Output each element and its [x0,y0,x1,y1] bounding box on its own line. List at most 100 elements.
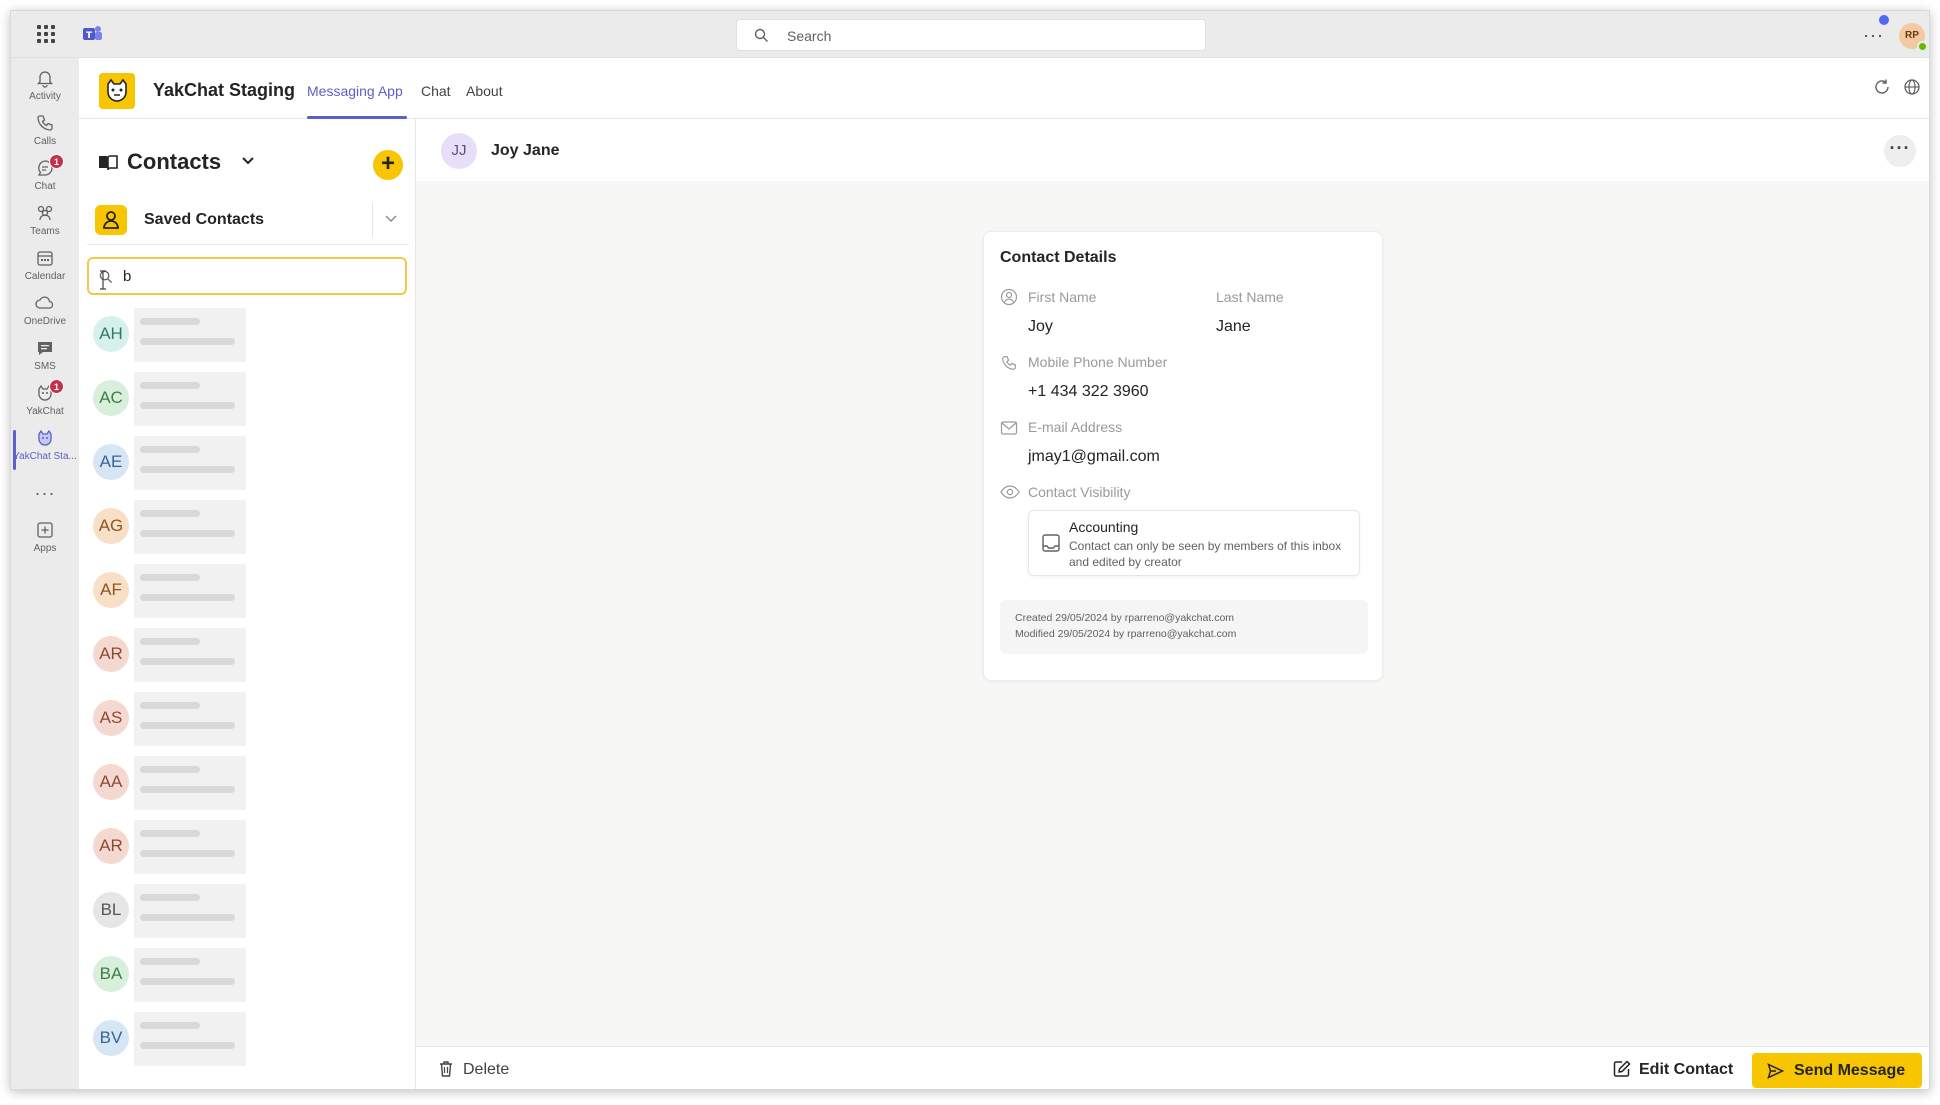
redacted-contact-info [134,308,246,362]
yakchat-badge: 1 [49,379,64,394]
contact-list-item[interactable]: AA [79,752,416,816]
phone-icon [1002,356,1016,370]
add-contact-button[interactable]: + [373,150,403,180]
chevron-down-icon[interactable] [384,214,398,224]
rail-item-yakchat-staging[interactable]: YakChat Sta... [11,426,79,478]
phone-label: Mobile Phone Number [1028,354,1168,370]
contact-search-field[interactable] [87,257,407,295]
send-icon [1767,1063,1784,1079]
send-message-label: Send Message [1794,1062,1906,1079]
first-name-label: First Name [1028,289,1097,305]
app-content: YakChat Staging Messaging App Chat About… [79,58,1929,1089]
more-options-icon[interactable]: ··· [1863,25,1884,46]
contact-list-item[interactable]: AH [79,304,416,368]
avatar: AS [93,700,129,736]
inbox-icon [1042,534,1060,552]
contact-list-item[interactable]: AE [79,432,416,496]
teams-icon [37,205,53,221]
card-title: Contact Details [1000,249,1117,266]
contact-list-item[interactable]: AC [79,368,416,432]
contact-list-item[interactable]: AF [79,560,416,624]
redacted-contact-info [134,628,246,682]
avatar: BV [93,1020,129,1056]
rail-label: Teams [30,226,60,237]
app-launcher-icon[interactable] [37,25,55,43]
contact-header: JJ Joy Jane ··· [416,119,1929,181]
avatar: AC [93,380,129,416]
rail-item-apps[interactable]: Apps [11,518,79,570]
person-icon [95,205,127,235]
last-name-label: Last Name [1216,289,1284,305]
chat-badge: 1 [49,154,64,169]
global-search-placeholder: Search [787,28,832,44]
avatar: BA [93,956,129,992]
edit-icon [1613,1060,1631,1077]
contacts-title: Contacts [127,149,222,174]
eye-icon [1000,485,1020,499]
app-name: YakChat Staging [153,80,296,100]
visibility-label: Contact Visibility [1028,484,1131,500]
user-avatar[interactable]: RP [1899,23,1928,52]
contact-list-item[interactable]: AS [79,688,416,752]
modified-info: Modified 29/05/2024 by rparreno@yakchat.… [1015,628,1237,640]
avatar: AG [93,508,129,544]
last-name-value: Jane [1216,318,1251,335]
tab-about[interactable]: About [466,83,503,99]
redacted-contact-info [134,692,246,746]
yakchat-staging-icon [38,429,52,446]
tab-messaging-app[interactable]: Messaging App [307,83,403,99]
contact-search-input[interactable] [123,267,393,285]
rail-label: Chat [34,181,56,192]
contact-list-item[interactable]: AR [79,624,416,688]
rail-label: OneDrive [23,316,67,327]
contact-list-item[interactable]: AR [79,816,416,880]
app-rail: Activity Calls 1 Chat Teams Calendar One… [11,58,79,1089]
contact-list-item[interactable]: BV [79,1008,416,1072]
redacted-contact-info [134,436,246,490]
refresh-icon[interactable] [1873,78,1891,96]
edit-contact-button[interactable]: Edit Contact [1613,1060,1733,1080]
app-header: YakChat Staging Messaging App Chat About [79,58,1929,119]
address-book-icon [99,155,118,171]
saved-contacts-filter[interactable]: Saved Contacts [87,195,409,245]
contact-list-item[interactable]: BL [79,880,416,944]
redacted-contact-info [134,372,246,426]
contact-name: Joy Jane [491,142,560,159]
redacted-contact-info [134,820,246,874]
contacts-panel: Contacts + Saved Contacts AH AC AE AG AF AR AS… [79,119,416,1089]
globe-icon[interactable] [1903,78,1921,96]
rail-label: YakChat [26,406,64,417]
redacted-contact-info [134,1012,246,1066]
tab-chat[interactable]: Chat [421,83,451,99]
more-options-button[interactable]: ··· [1884,135,1916,167]
rail-label: YakChat Sta... [13,451,77,462]
avatar: AH [93,316,129,352]
calendar-icon [37,251,53,266]
avatar: AR [93,828,129,864]
svg-text:T: T [86,31,93,41]
rail-label: Calls [33,136,57,147]
avatar: AR [93,636,129,672]
audit-info: Created 29/05/2024 by rparreno@yakchat.c… [1000,600,1368,654]
user-initials: RP [1905,30,1919,41]
contact-list-item[interactable]: AG [79,496,416,560]
sms-icon [38,342,52,355]
global-search-bar[interactable]: Search [736,19,1206,51]
rail-label: Activity [29,91,61,102]
delete-button[interactable]: Delete [438,1060,509,1080]
rail-more-apps[interactable]: ··· [11,478,79,508]
avatar: AF [93,572,129,608]
delete-label: Delete [463,1061,510,1078]
visibility-name: Accounting [1069,519,1139,535]
send-message-button[interactable]: Send Message [1752,1053,1922,1088]
rail-label: SMS [34,361,56,372]
person-circle-icon [1000,288,1018,306]
redacted-contact-info [134,500,246,554]
presence-available-icon [1917,41,1928,52]
edit-contact-label: Edit Contact [1639,1061,1734,1078]
contact-list-item[interactable]: BA [79,944,416,1008]
rail-label: Apps [33,543,57,554]
avatar: AE [93,444,129,480]
cloud-icon [35,296,54,309]
chevron-down-icon[interactable] [241,156,255,166]
